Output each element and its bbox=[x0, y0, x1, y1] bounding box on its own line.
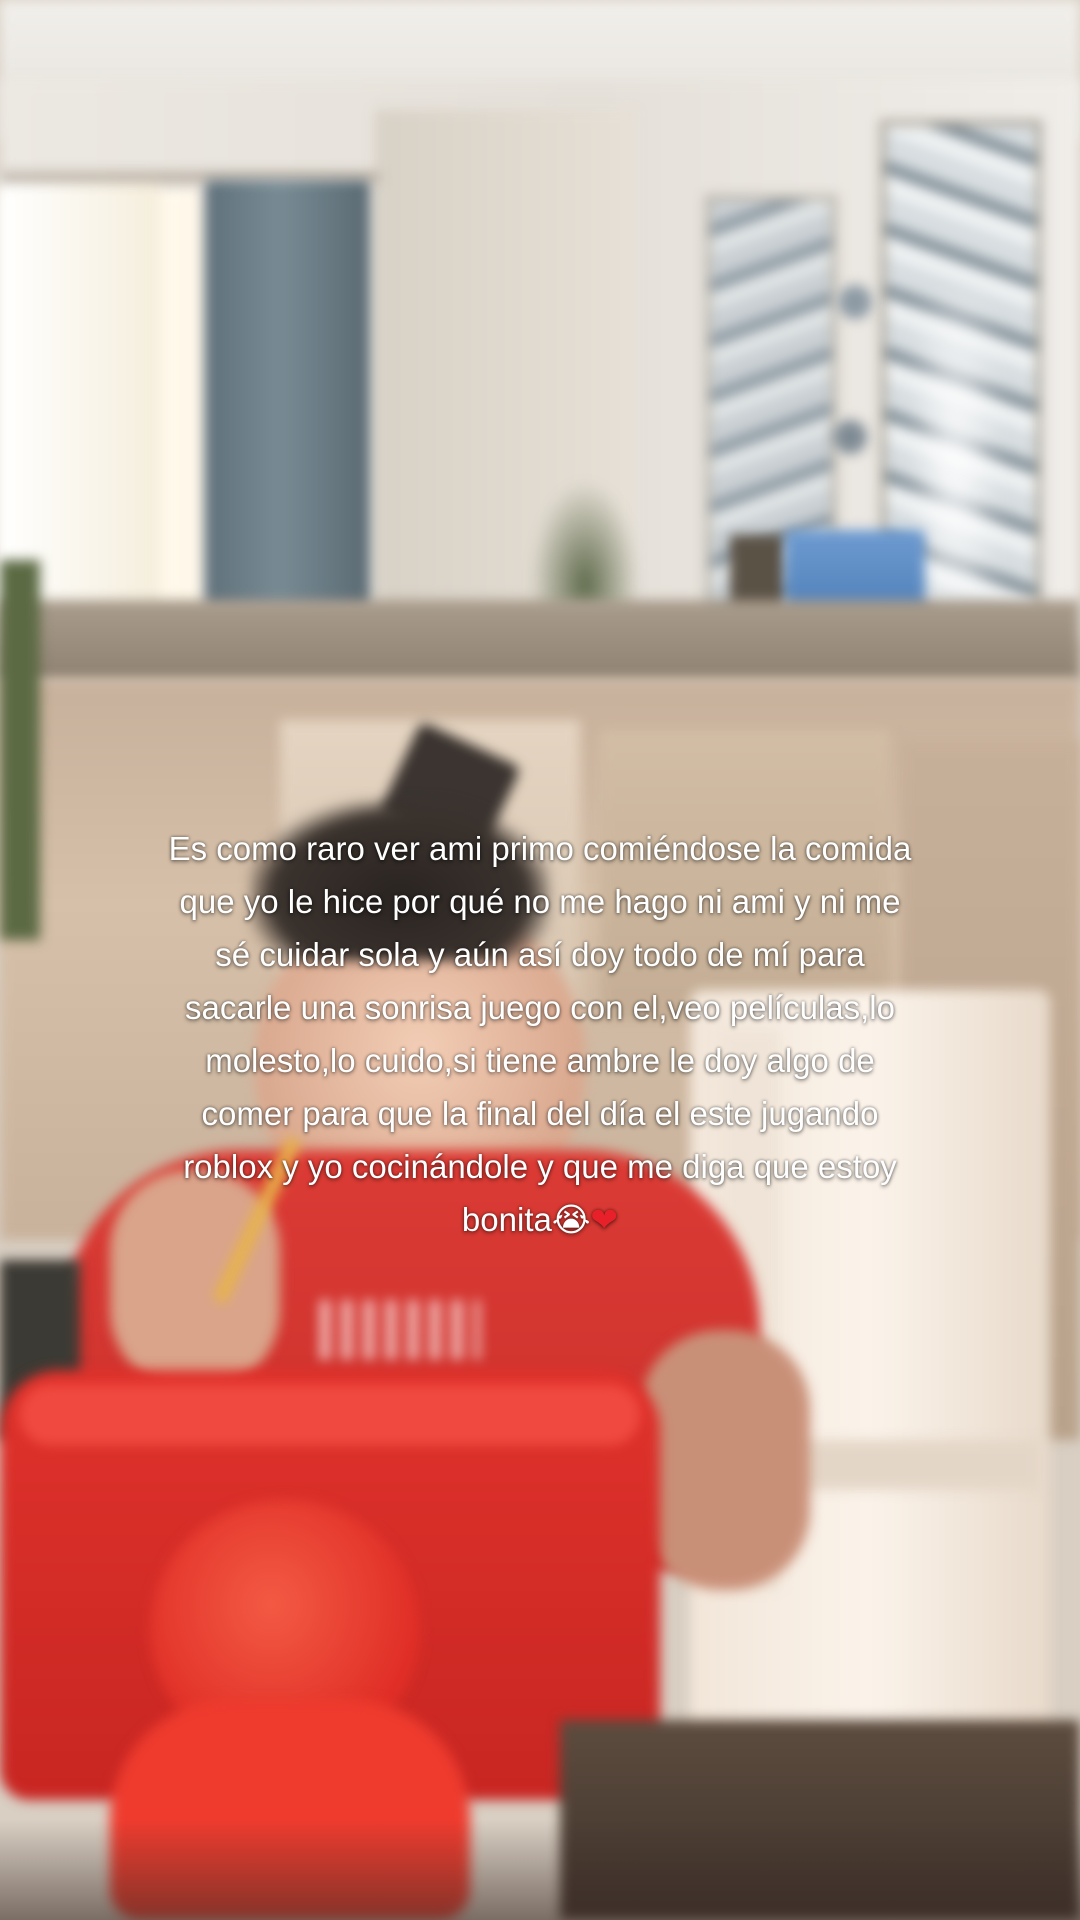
crying-face-icon: 😭 bbox=[551, 1200, 591, 1239]
caption-line-1: Es como raro ver ami primo comiéndose la… bbox=[168, 830, 912, 867]
potted-plant bbox=[530, 480, 640, 610]
counter-top bbox=[0, 600, 1080, 680]
light-reflection bbox=[920, 300, 990, 630]
caption-line-7: roblox y yo cocinándole y que me diga qu… bbox=[183, 1148, 897, 1185]
person-arm-right bbox=[640, 1330, 810, 1590]
sheer-curtain bbox=[0, 175, 160, 615]
wall-decoration bbox=[838, 285, 872, 319]
shirt-print bbox=[320, 1300, 480, 1360]
bottom-shadow bbox=[0, 1820, 1080, 1920]
overlay-caption: Es como raro ver ami primo comiéndose la… bbox=[20, 822, 1060, 1246]
wall-decoration bbox=[833, 420, 867, 454]
caption-line-2: que yo le hice por qué no me hago ni ami… bbox=[179, 883, 901, 920]
caption-line-3: sé cuidar sola y aún así doy todo de mí … bbox=[215, 936, 865, 973]
dark-curtain bbox=[205, 180, 370, 610]
caption-line-5: molesto,lo cuido,si tiene ambre le doy a… bbox=[205, 1042, 875, 1079]
tablet-case-edge bbox=[20, 1385, 640, 1445]
caption-line-6: comer para que la final del día el este … bbox=[201, 1095, 879, 1132]
caption-last-word: bonita bbox=[461, 1201, 552, 1238]
caption-line-8: bonita😭❤ bbox=[20, 1193, 1060, 1246]
red-heart-icon: ❤ bbox=[590, 1200, 619, 1239]
caption-line-4: sacarle una sonrisa juego con el,veo pel… bbox=[185, 989, 895, 1026]
